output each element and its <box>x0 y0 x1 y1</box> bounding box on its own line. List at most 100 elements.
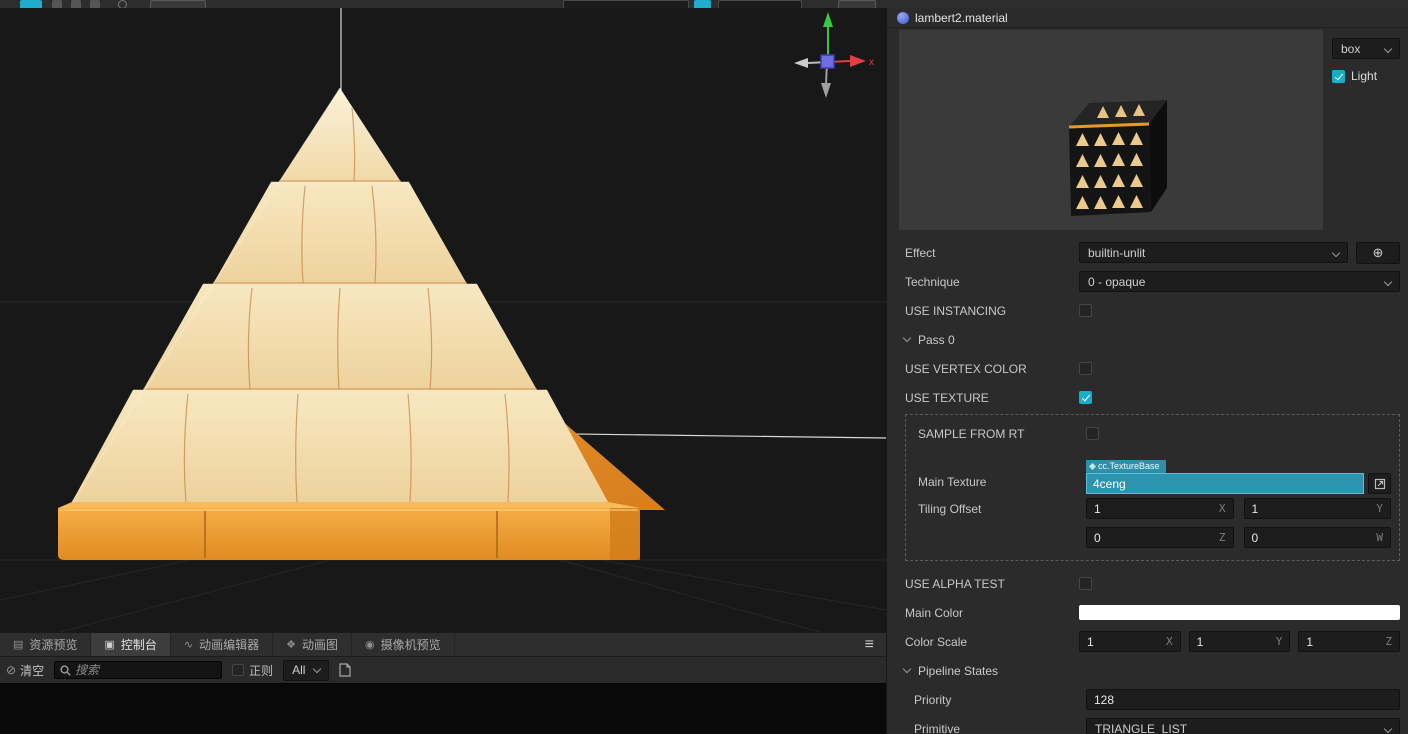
color-scale-label: Color Scale <box>905 634 968 649</box>
pass0-section-header[interactable]: Pass 0 <box>887 325 1408 354</box>
toolbar-active-tool-button[interactable] <box>20 0 42 8</box>
inspector-panel: lambert2.material box Light Effect built… <box>886 8 1408 734</box>
effect-select[interactable]: builtin-unlit <box>1079 242 1348 263</box>
toolbar-rotate-icon[interactable] <box>71 0 81 8</box>
texture-group: SAMPLE FROM RT Main Texture cc.TextureBa… <box>905 414 1400 561</box>
preview-light-toggle[interactable]: Light <box>1332 69 1400 83</box>
main-color-row: Main Color <box>887 598 1408 627</box>
console-search[interactable] <box>54 661 223 679</box>
main-texture-field[interactable]: 4ceng <box>1086 473 1364 494</box>
color-scale-y-field[interactable]: 1 Y <box>1188 631 1291 652</box>
search-icon <box>60 664 71 676</box>
axis-w-label: W <box>1376 531 1383 544</box>
preview-options: box Light <box>1323 30 1408 230</box>
color-scale-x-field[interactable]: 1 X <box>1079 631 1181 652</box>
tab-label: 控制台 <box>120 638 157 652</box>
transform-gizmo[interactable]: x <box>794 12 874 98</box>
tab-label: 资源预览 <box>29 638 78 652</box>
toolbar-button[interactable] <box>838 0 876 8</box>
regex-checkbox[interactable] <box>232 664 245 676</box>
priority-row: Priority 128 <box>887 685 1408 714</box>
material-properties: Effect builtin-unlit ⊕ Technique 0 - opa… <box>887 230 1408 734</box>
tiling-x-field[interactable]: 1 X <box>1086 498 1234 519</box>
tab-camera-preview[interactable]: ◉ 摄像机预览 <box>352 633 455 656</box>
console-icon: ▣ <box>104 639 115 651</box>
log-filter-select[interactable]: All <box>283 659 330 681</box>
tab-animation-graph[interactable]: ❖ 动画图 <box>273 633 352 656</box>
color-scale-x-value: 1 <box>1087 634 1094 649</box>
offset-z-field[interactable]: 0 Z <box>1086 527 1234 548</box>
inspector-title: lambert2.material <box>915 10 1008 25</box>
gizmo-x-label: x <box>869 57 874 68</box>
texture-picker-button[interactable] <box>1368 473 1391 494</box>
panel-menu-icon[interactable]: ≡ <box>853 633 886 656</box>
axis-x-label: X <box>1166 635 1173 648</box>
search-input[interactable] <box>75 663 217 677</box>
scene-viewport[interactable]: x <box>0 8 886 632</box>
axis-x-label: X <box>1218 502 1226 515</box>
light-checkbox[interactable] <box>1332 69 1345 83</box>
color-scale-row: Color Scale 1 X 1 Y 1 Z <box>887 627 1408 656</box>
sample-from-rt-checkbox[interactable] <box>1086 427 1099 440</box>
toolbar-field-2[interactable] <box>718 0 802 8</box>
primitive-select[interactable]: TRIANGLE_LIST <box>1086 718 1400 734</box>
tab-animation-editor[interactable]: ∿ 动画编辑器 <box>171 633 274 656</box>
bottom-tabbar: ▤ 资源预览 ▣ 控制台 ∿ 动画编辑器 ❖ 动画图 ◉ 摄像机预览 ≡ <box>0 632 886 656</box>
priority-value: 128 <box>1094 692 1115 707</box>
use-instancing-label: USE INSTANCING <box>905 303 1007 318</box>
technique-select[interactable]: 0 - opaque <box>1079 271 1400 292</box>
tiling-y-field[interactable]: 1 Y <box>1243 498 1391 519</box>
use-alpha-test-checkbox[interactable] <box>1079 577 1092 590</box>
preview-mesh-render <box>1068 100 1167 216</box>
technique-value: 0 - opaque <box>1088 274 1146 289</box>
pyramid-model[interactable] <box>58 87 665 560</box>
offset-w-field[interactable]: 0 W <box>1243 527 1391 548</box>
chevron-down-icon <box>1331 248 1341 258</box>
tiling-offset-label: Tiling Offset <box>918 501 982 516</box>
scene-canvas[interactable]: x <box>0 8 886 632</box>
texture-type-label: cc.TextureBase <box>1098 461 1160 471</box>
use-alpha-test-label: USE ALPHA TEST <box>905 576 1005 591</box>
color-scale-z-value: 1 <box>1306 634 1314 649</box>
main-color-swatch[interactable] <box>1079 605 1400 620</box>
pipeline-states-header[interactable]: Pipeline States <box>887 656 1408 685</box>
sample-from-rt-label: SAMPLE FROM RT <box>918 426 1025 441</box>
offset-w-value: 0 <box>1251 530 1259 545</box>
chevron-down-icon <box>1383 277 1393 287</box>
tab-console[interactable]: ▣ 控制台 <box>91 633 171 656</box>
add-effect-button[interactable]: ⊕ <box>1356 241 1400 264</box>
regex-toggle[interactable]: 正则 <box>232 662 273 679</box>
offset-z-value: 0 <box>1094 530 1101 545</box>
toolbar-play-button[interactable] <box>694 0 711 8</box>
toolbar-scale-icon[interactable] <box>90 0 100 8</box>
chevron-down-icon <box>902 333 912 343</box>
material-icon <box>897 11 909 24</box>
use-texture-checkbox[interactable] <box>1079 391 1092 404</box>
use-vertex-color-checkbox[interactable] <box>1079 362 1092 375</box>
toolbar-gizmo-icon[interactable] <box>118 0 127 8</box>
log-file-icon[interactable] <box>339 663 351 677</box>
sample-from-rt-row: SAMPLE FROM RT <box>906 419 1399 448</box>
console-clear-button[interactable]: ⊘ 清空 <box>6 662 44 679</box>
color-scale-z-field[interactable]: 1 Z <box>1298 631 1401 652</box>
use-instancing-checkbox[interactable] <box>1079 304 1092 317</box>
use-texture-label: USE TEXTURE <box>905 390 989 405</box>
tiling-x-value: 1 <box>1094 501 1101 516</box>
material-preview[interactable] <box>899 30 1323 230</box>
chevron-down-icon <box>1383 44 1393 54</box>
color-scale-y-value: 1 <box>1196 634 1204 649</box>
use-instancing-row: USE INSTANCING <box>887 296 1408 325</box>
tab-assets-preview[interactable]: ▤ 资源预览 <box>0 633 92 656</box>
clear-label: 清空 <box>20 663 45 678</box>
tiling-offset-row-2: 0 Z 0 W <box>906 523 1399 552</box>
tab-label: 动画图 <box>301 638 338 652</box>
toolbar-move-icon[interactable] <box>52 0 62 8</box>
left-column: x ▤ 资源预览 ▣ 控制台 ∿ 动画编辑器 ❖ 动画图 ◉ 摄像机预览 ≡ ⊘… <box>0 8 886 734</box>
preview-mesh-select[interactable]: box <box>1332 38 1400 59</box>
toolbar-dropdown[interactable] <box>150 0 206 8</box>
toolbar-field[interactable] <box>563 0 689 8</box>
pass0-label: Pass 0 <box>918 332 955 347</box>
chevron-down-icon <box>312 664 322 673</box>
priority-field[interactable]: 128 <box>1086 689 1400 710</box>
console-log-area[interactable] <box>0 683 886 734</box>
